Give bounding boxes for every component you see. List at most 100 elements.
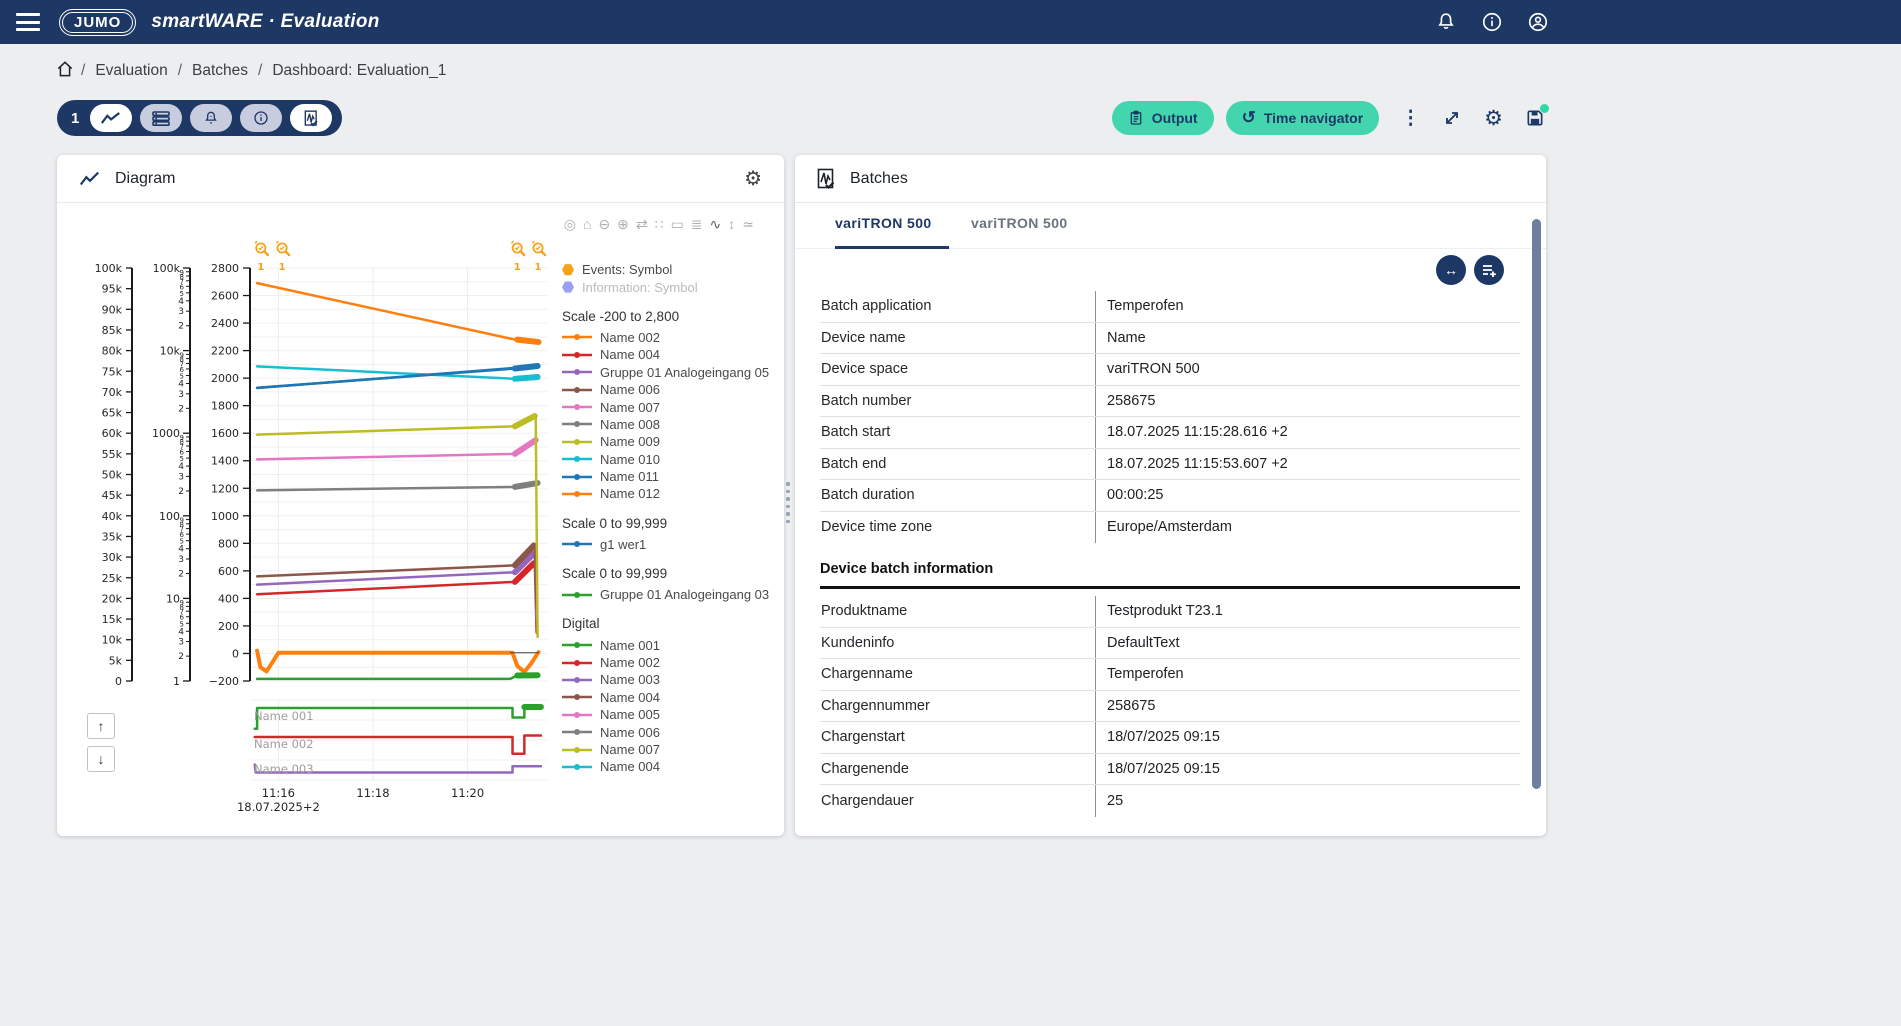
device-info-row: KundeninfoDefaultText [820,628,1520,660]
save-dashboard-icon[interactable] [1525,108,1545,128]
chart-legend: Events: SymbolInformation: Symbol Scale -… [562,261,780,775]
output-button[interactable]: Output [1112,101,1214,135]
legend-item[interactable]: Name 001 [562,636,780,653]
home-icon[interactable] [55,59,75,84]
notifications-bell-icon[interactable] [1435,11,1457,33]
svg-text:1: 1 [173,675,180,688]
settings-gear-icon[interactable]: ⚙ [1484,106,1503,131]
tab-varitron-500-1[interactable]: variTRON 500 [835,215,949,249]
diagram-settings-gear-icon[interactable]: ⚙ [744,166,762,191]
legend-item[interactable]: Name 002 [562,329,780,346]
chart-modebar: ◎ ⌂ ⊖ ⊕ ⇄ ∷ ▭ ≣ ∿ ↕ ≃ [564,217,754,231]
eraser-icon[interactable]: ▭ [671,217,684,231]
svg-text:10: 10 [166,592,180,605]
time-navigator-button[interactable]: ↺ Time navigator [1226,101,1380,135]
more-options-kebab-icon[interactable]: ⋮ [1401,107,1420,130]
svg-text:11:16: 11:16 [262,786,295,800]
select-icon[interactable]: ∷ [655,217,664,231]
batch-info-label: Batch end [820,456,1095,472]
legend-item-label: Name 009 [600,434,660,449]
legend-scale-heading: Digital [562,616,780,631]
batches-scrollbar[interactable] [1532,219,1541,789]
legend-item[interactable]: Name 003 [562,671,780,688]
diagram-panel: Diagram ⚙ ◎⌂⊖⊕⇄∷▭≣∿↕≃ 100k95k90k85k80k75… [57,155,784,836]
legend-item[interactable]: Gruppe 01 Analogeingang 03 [562,586,780,603]
legend-item[interactable]: Name 004 [562,346,780,363]
tab-varitron-500-2[interactable]: variTRON 500 [971,215,1085,249]
legend-line-swatch [562,710,592,720]
legend-line-swatch [562,419,592,429]
app-root: JUMO smartWARE · Evaluation [0,0,1901,1026]
device-info-value: 258675 [1095,691,1520,722]
svg-text:70k: 70k [102,386,123,399]
svg-text:4: 4 [178,545,184,555]
batch-info-row: Batch duration00:00:25 [820,480,1520,512]
legend-line-swatch [562,385,592,395]
legend-item[interactable]: Events: Symbol [562,261,780,278]
pan-icon[interactable]: ⇄ [636,217,648,231]
legend-scale-heading: Scale 0 to 99,999 [562,566,780,581]
svg-text:4: 4 [178,627,184,637]
zoom-in-icon[interactable]: ⊕ [617,217,629,231]
view-tab-server[interactable] [140,104,182,132]
svg-text:15k: 15k [102,613,123,626]
home-icon[interactable]: ⌂ [583,217,591,231]
autoscale-icon[interactable]: ≃ [742,217,754,231]
device-batch-info-heading: Device batch information [820,561,1520,589]
legend-item[interactable]: Name 008 [562,416,780,433]
legend-item[interactable]: Name 010 [562,451,780,468]
panel-resize-handle[interactable] [786,482,790,523]
breadcrumb-item[interactable]: Evaluation [95,62,167,79]
view-tab-line-chart[interactable] [90,104,132,132]
legend-item[interactable]: Name 004 [562,689,780,706]
legend-item[interactable]: g1 wer1 [562,536,780,553]
chart-plot-area[interactable]: 100k95k90k85k80k75k70k65k60k55k50k45k40k… [67,240,567,812]
svg-text:20k: 20k [102,592,123,605]
legend-item[interactable]: Name 011 [562,468,780,485]
breadcrumb-item[interactable]: Dashboard: Evaluation_1 [272,62,446,79]
legend-item[interactable]: Name 006 [562,381,780,398]
legend-scale-heading: Scale -200 to 2,800 [562,309,780,324]
view-tab-info[interactable] [240,104,282,132]
axis-scroll-down-button[interactable]: ↓ [87,746,115,772]
help-info-icon[interactable] [1481,11,1503,33]
zoom-out-icon[interactable]: ⊖ [598,217,610,231]
svg-text:10k: 10k [102,634,123,647]
legend-item[interactable]: Name 007 [562,398,780,415]
legend-item[interactable]: Name 009 [562,433,780,450]
breadcrumb-item[interactable]: Batches [192,62,248,79]
legend-item[interactable]: Name 012 [562,485,780,502]
expand-columns-button[interactable]: ↔ [1436,255,1466,285]
layers-icon[interactable]: ≣ [691,217,703,231]
legend-item-label: Name 004 [600,690,660,705]
legend-item[interactable]: Name 004 [562,758,780,775]
menu-icon[interactable] [16,13,40,31]
svg-text:2200: 2200 [211,345,239,358]
add-to-list-button[interactable] [1474,255,1504,285]
legend-item[interactable]: Gruppe 01 Analogeingang 05 [562,364,780,381]
svg-text:11:18: 11:18 [356,786,389,800]
view-tab-batch-chart[interactable] [290,104,332,132]
batches-panel-header: Batches [795,155,1546,203]
legend-item[interactable]: Name 005 [562,706,780,723]
svg-text:1: 1 [279,262,286,273]
playlist-add-icon [1482,263,1497,278]
vertical-zoom-icon[interactable]: ↕ [728,217,735,231]
clipboard-icon [1128,110,1144,126]
breadcrumb-separator: / [178,62,182,79]
view-tab-alarm-bell[interactable] [190,104,232,132]
line-mode-icon[interactable]: ∿ [710,217,722,231]
legend-item-label: Name 001 [600,638,660,653]
legend-item[interactable]: Name 007 [562,741,780,758]
legend-line-swatch [562,367,592,377]
device-info-row: Chargennummer258675 [820,691,1520,723]
device-info-label: Kundeninfo [820,635,1095,651]
breadcrumb-separator: / [81,62,85,79]
account-icon[interactable] [1527,11,1549,33]
fullscreen-expand-icon[interactable] [1442,108,1462,128]
camera-icon[interactable]: ◎ [564,217,576,231]
legend-item[interactable]: Name 006 [562,723,780,740]
axis-scroll-up-button[interactable]: ↑ [87,713,115,739]
legend-item[interactable]: Name 002 [562,654,780,671]
legend-item[interactable]: Information: Symbol [562,278,780,295]
